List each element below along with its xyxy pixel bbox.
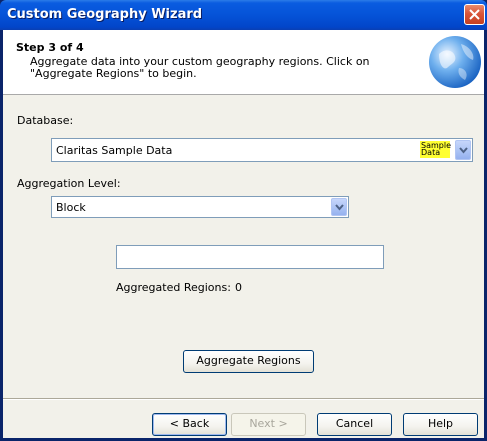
back-button[interactable]: < Back (152, 413, 227, 436)
aggregated-regions-count: 0 (235, 281, 242, 294)
close-button[interactable] (464, 4, 485, 25)
aggregation-level-select[interactable]: Block (51, 196, 349, 218)
aggregate-regions-button[interactable]: Aggregate Regions (183, 350, 314, 373)
wizard-body: Step 3 of 4 Aggregate data into your cus… (3, 30, 484, 438)
chevron-down-icon (335, 204, 344, 211)
database-select[interactable]: Claritas Sample Data Sample Data (51, 138, 473, 162)
wizard-window: Custom Geography Wizard Step 3 of 4 Aggr… (0, 0, 487, 441)
cancel-button[interactable]: Cancel (317, 413, 392, 436)
sample-data-badge: Sample Data (420, 141, 451, 158)
aggregated-regions-label: Aggregated Regions: (116, 281, 231, 294)
title-bar[interactable]: Custom Geography Wizard (0, 0, 487, 30)
next-button[interactable]: Next > (231, 413, 306, 436)
help-button[interactable]: Help (403, 413, 478, 436)
aggregation-level-value: Block (56, 201, 86, 214)
chevron-down-icon (459, 147, 468, 154)
database-dropdown-button[interactable] (455, 140, 471, 160)
close-icon (469, 9, 480, 20)
aggregation-dropdown-button[interactable] (331, 198, 347, 216)
database-value: Claritas Sample Data (56, 144, 173, 157)
step-title: Step 3 of 4 (16, 41, 84, 54)
footer-separator (3, 398, 484, 400)
badge-line-2: Data (421, 148, 441, 157)
aggregation-level-label: Aggregation Level: (17, 177, 121, 190)
progress-box (116, 245, 384, 269)
window-title: Custom Geography Wizard (7, 7, 203, 22)
step-description: Aggregate data into your custom geograph… (30, 55, 370, 80)
globe-icon (429, 36, 481, 88)
wizard-header: Step 3 of 4 Aggregate data into your cus… (3, 30, 484, 95)
database-label: Database: (17, 114, 74, 127)
